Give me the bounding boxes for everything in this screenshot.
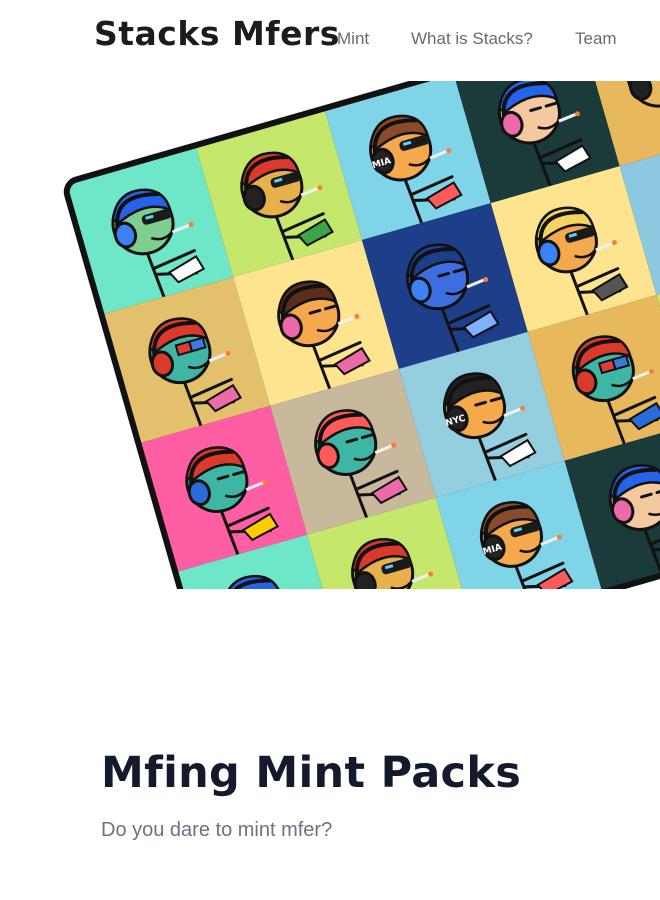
section-subtitle: Do you dare to mint mfer?: [101, 819, 333, 841]
nav-link-mint[interactable]: Mint: [337, 29, 369, 49]
brand-logo[interactable]: Stacks Mfers: [94, 14, 340, 53]
nav-link-what-is-stacks[interactable]: What is Stacks?: [411, 29, 533, 49]
nft-collage: MIA NYC MIA: [60, 81, 660, 589]
section-title: Mfing Mint Packs: [101, 748, 522, 798]
hero-banner: MIA NYC MIA: [0, 81, 660, 589]
site-header: Stacks Mfers Mint What is Stacks? Team: [0, 0, 660, 80]
nav-link-team[interactable]: Team: [575, 29, 617, 49]
